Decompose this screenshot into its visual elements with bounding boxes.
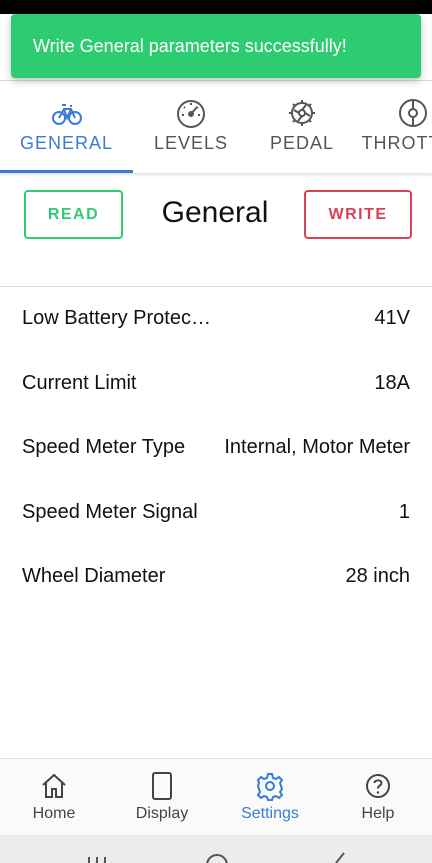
param-row-low-battery-protection[interactable]: Low Battery Protection 41V	[0, 287, 432, 352]
param-row-speed-meter-signal[interactable]: Speed Meter Signal 1	[0, 481, 432, 546]
active-tab-indicator	[0, 170, 133, 173]
home-icon	[42, 773, 66, 798]
read-button[interactable]: READ	[24, 190, 123, 239]
success-toast: Write General parameters successfully!	[11, 14, 421, 78]
nav-help[interactable]: Help	[324, 759, 432, 836]
nav-label: Help	[361, 805, 395, 822]
nav-settings[interactable]: Settings	[216, 759, 324, 836]
gear-icon	[256, 773, 284, 801]
tab-throttle[interactable]: THROTTLE	[355, 81, 432, 173]
toast-message: Write General parameters successfully!	[33, 36, 347, 56]
param-name: Speed Meter Signal	[22, 500, 198, 523]
nav-label: Display	[135, 805, 189, 822]
settings-tabs: GENERAL LEVELS PEDAL THROTTLE	[0, 81, 432, 173]
param-value: 41V	[374, 307, 410, 329]
nav-label: Settings	[241, 805, 299, 822]
status-bar	[0, 0, 432, 14]
param-value: 1	[398, 500, 410, 523]
nav-label: Home	[32, 805, 76, 822]
nav-home[interactable]: Home	[0, 759, 108, 836]
param-row-wheel-diameter[interactable]: Wheel Diameter 28 inch	[0, 545, 432, 610]
tab-label: THROTTLE	[361, 133, 432, 153]
tab-label: PEDAL	[269, 133, 335, 153]
param-name: Wheel Diameter	[22, 565, 166, 587]
param-row-current-limit[interactable]: Current Limit 18A	[0, 352, 432, 417]
action-row: READ General WRITE	[0, 174, 432, 286]
parameter-list: Low Battery Protection 41V Current Limit…	[0, 287, 432, 610]
speedometer-icon	[177, 100, 205, 128]
tab-label: LEVELS	[153, 133, 229, 153]
param-name: Low Battery Protection	[22, 307, 212, 329]
recent-apps-icon[interactable]	[86, 851, 108, 863]
write-button[interactable]: WRITE	[304, 190, 412, 239]
param-name: Current Limit	[22, 371, 137, 394]
display-icon	[152, 772, 172, 800]
bicycle-icon	[51, 104, 82, 125]
system-navigation-bar	[0, 835, 432, 863]
param-row-speed-meter-type[interactable]: Speed Meter Type Internal, Motor Meter	[0, 416, 432, 481]
param-name: Speed Meter Type	[22, 436, 186, 458]
sprocket-icon	[289, 100, 315, 126]
tab-general[interactable]: GENERAL	[0, 81, 133, 173]
back-icon[interactable]	[330, 851, 348, 863]
throttle-icon	[399, 99, 427, 127]
nav-display[interactable]: Display	[108, 759, 216, 836]
bottom-navigation: Home Display Settings Help	[0, 758, 432, 835]
help-icon	[366, 774, 390, 798]
param-value: 18A	[374, 371, 410, 394]
tab-label: GENERAL	[19, 133, 114, 153]
tab-pedal[interactable]: PEDAL	[249, 81, 355, 173]
section-title: General	[161, 196, 269, 229]
param-value: Internal, Motor Meter	[224, 436, 410, 458]
param-value: 28 inch	[345, 565, 411, 587]
home-button-icon[interactable]	[204, 851, 230, 863]
tab-levels[interactable]: LEVELS	[133, 81, 249, 173]
